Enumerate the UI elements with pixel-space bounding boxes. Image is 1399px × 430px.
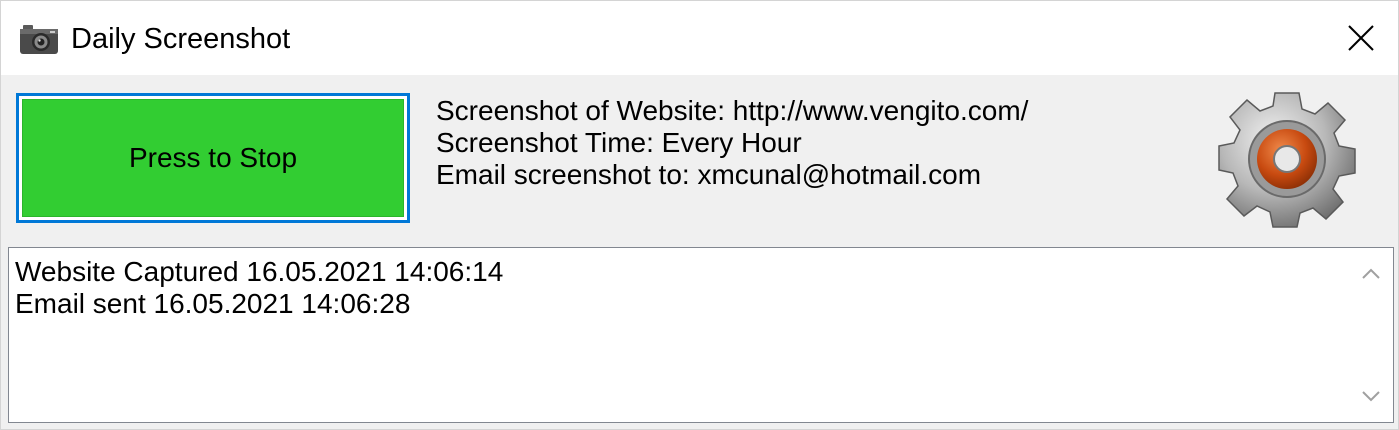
- close-icon: [1348, 25, 1374, 51]
- camera-icon: [19, 23, 59, 55]
- settings-summary: Screenshot of Website: http://www.vengit…: [436, 95, 1028, 191]
- log-line: Email sent 16.05.2021 14:06:28: [15, 288, 411, 319]
- chevron-up-icon: [1362, 268, 1380, 279]
- stop-button-label: Press to Stop: [128, 142, 298, 173]
- log-textbox[interactable]: Website Captured 16.05.2021 14:06:14 Ema…: [8, 247, 1394, 423]
- app-window: Daily Screenshot Press to Stop Screensho…: [0, 0, 1399, 430]
- title-bar[interactable]: Daily Screenshot: [1, 1, 1398, 75]
- gear-icon: [1218, 92, 1356, 228]
- chevron-down-icon: [1362, 391, 1380, 402]
- website-info: Screenshot of Website: http://www.vengit…: [436, 95, 1029, 126]
- log-line: Website Captured 16.05.2021 14:06:14: [15, 256, 504, 287]
- log-content: Website Captured 16.05.2021 14:06:14 Ema…: [15, 256, 503, 320]
- press-to-stop-button[interactable]: Press to Stop: [16, 93, 410, 223]
- time-info: Screenshot Time: Every Hour: [436, 127, 802, 158]
- window-title: Daily Screenshot: [71, 23, 291, 55]
- stop-button-face[interactable]: Press to Stop: [22, 99, 404, 217]
- email-info: Email screenshot to: xmcunal@hotmail.com: [436, 159, 982, 190]
- scroll-up-button[interactable]: [1349, 254, 1393, 294]
- settings-button[interactable]: [1217, 89, 1357, 229]
- close-button[interactable]: [1324, 1, 1398, 75]
- vertical-scrollbar[interactable]: [1349, 248, 1393, 422]
- scroll-down-button[interactable]: [1349, 376, 1393, 416]
